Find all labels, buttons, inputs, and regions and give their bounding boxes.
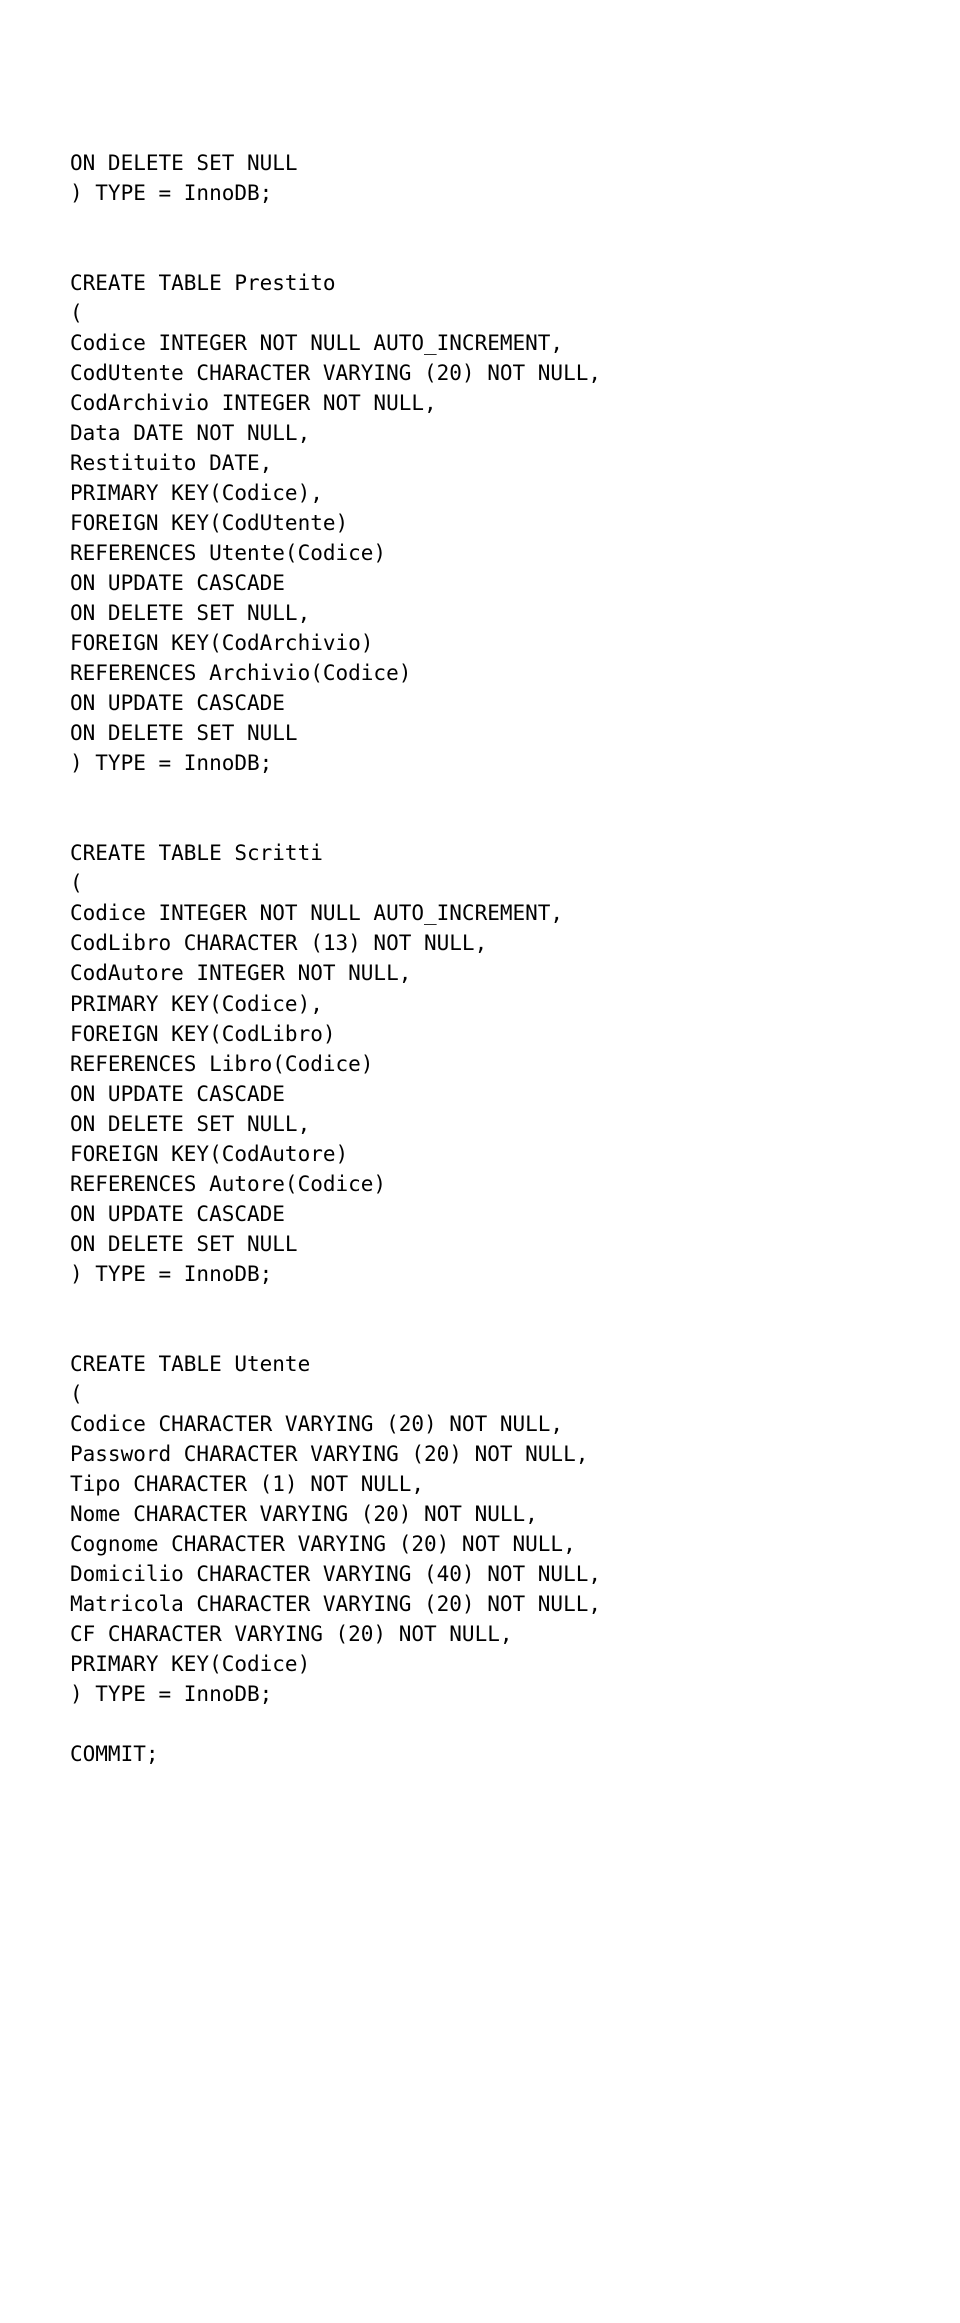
sql-code-block: ON DELETE SET NULL ) TYPE = InnoDB; CREA…	[70, 148, 890, 1769]
